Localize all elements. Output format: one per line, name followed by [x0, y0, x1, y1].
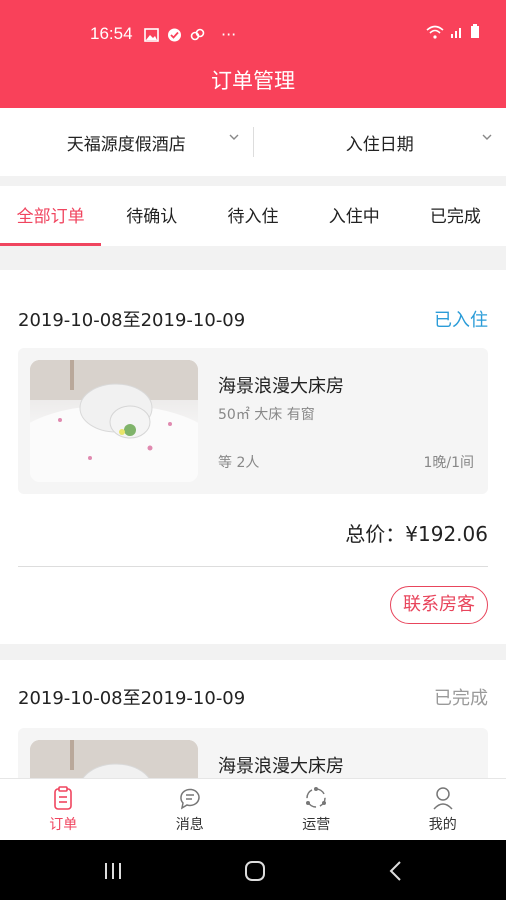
- chevron-down-icon: [482, 134, 492, 140]
- card-divider: [18, 566, 488, 567]
- room-info[interactable]: 海景浪漫大床房 50㎡ 大床 有窗 等 2人 1晚/1间: [18, 348, 488, 494]
- order-status-tabs: 全部订单 待确认 待入住 入住中 已完成: [0, 186, 506, 246]
- room-photo: [30, 740, 198, 778]
- link-icon: [190, 28, 205, 40]
- chevron-down-icon: [229, 134, 238, 140]
- order-clipboard-icon: [54, 786, 73, 810]
- nav-label-profile: 我的: [428, 817, 457, 833]
- contact-guest-button[interactable]: 联系房客: [390, 586, 488, 624]
- wifi-icon: [426, 25, 444, 39]
- room-spec: 50㎡ 大床 有窗: [218, 407, 315, 423]
- towel-elephant-image: [30, 740, 198, 778]
- room-photo: [30, 360, 198, 482]
- more-dots: ···: [221, 25, 237, 44]
- nav-orders[interactable]: 订单: [0, 779, 127, 841]
- order-card[interactable]: 2019-10-08至2019-10-09 已入住 海景浪漫大床房 50㎡ 大床…: [0, 270, 506, 644]
- date-filter-label: 入住日期: [345, 134, 414, 155]
- page-title: 订单管理: [211, 69, 295, 93]
- towel-elephant-image: [30, 360, 198, 482]
- nav-profile[interactable]: 我的: [380, 779, 506, 841]
- filter-bar: 天福源度假酒店 入住日期: [0, 108, 506, 176]
- date-filter-dropdown[interactable]: 入住日期: [254, 108, 506, 176]
- home-icon[interactable]: [244, 860, 266, 882]
- nav-label-messages: 消息: [175, 817, 204, 833]
- tab-pending-checkin[interactable]: 待入住: [202, 186, 303, 246]
- room-name: 海景浪漫大床房: [218, 756, 344, 777]
- tab-pending-confirm[interactable]: 待确认: [101, 186, 202, 246]
- status-icons-right: [426, 24, 480, 39]
- hotel-filter-dropdown[interactable]: 天福源度假酒店: [0, 108, 253, 176]
- status-icons-left: ···: [144, 25, 236, 44]
- signal-icon: [451, 27, 461, 38]
- room-info[interactable]: 海景浪漫大床房: [18, 728, 488, 778]
- order-total: 总价：¥192.06: [345, 522, 488, 546]
- nav-messages[interactable]: 消息: [127, 779, 254, 841]
- order-dates: 2019-10-08至2019-10-09: [18, 688, 246, 709]
- back-icon[interactable]: [388, 860, 404, 882]
- app-bar: 订单管理: [0, 62, 506, 108]
- message-bubble-icon: [179, 788, 200, 810]
- operations-cycle-icon: [306, 787, 327, 808]
- bottom-navigation: 订单 消息 运营 我的: [0, 778, 506, 841]
- order-header: 2019-10-08至2019-10-09 已入住: [18, 306, 488, 332]
- room-name: 海景浪漫大床房: [218, 376, 344, 397]
- order-card[interactable]: 2019-10-08至2019-10-09 已完成 海景浪漫大床房: [0, 660, 506, 778]
- profile-person-icon: [433, 787, 453, 810]
- order-header: 2019-10-08至2019-10-09 已完成: [18, 684, 488, 710]
- nav-operations[interactable]: 运营: [253, 779, 380, 841]
- battery-icon: [471, 24, 479, 38]
- nav-label-orders: 订单: [49, 817, 78, 833]
- order-status-badge: 已入住: [434, 310, 488, 331]
- system-nav-bar: [0, 840, 506, 900]
- tab-completed[interactable]: 已完成: [405, 186, 506, 246]
- hotel-filter-label: 天福源度假酒店: [66, 134, 186, 155]
- gallery-icon: [144, 27, 159, 42]
- tab-all-orders[interactable]: 全部订单: [0, 186, 102, 246]
- room-nights: 1晚/1间: [423, 455, 474, 471]
- recent-apps-icon[interactable]: [103, 862, 123, 880]
- status-time: 16:54: [90, 24, 133, 43]
- nav-label-operations: 运营: [302, 817, 331, 833]
- order-dates: 2019-10-08至2019-10-09: [18, 310, 246, 331]
- room-guests: 等 2人: [218, 455, 260, 471]
- status-bar: 16:54 ···: [0, 0, 506, 62]
- tab-checked-in[interactable]: 入住中: [304, 186, 405, 246]
- order-status-badge: 已完成: [434, 688, 488, 709]
- check-badge-icon: [168, 28, 181, 41]
